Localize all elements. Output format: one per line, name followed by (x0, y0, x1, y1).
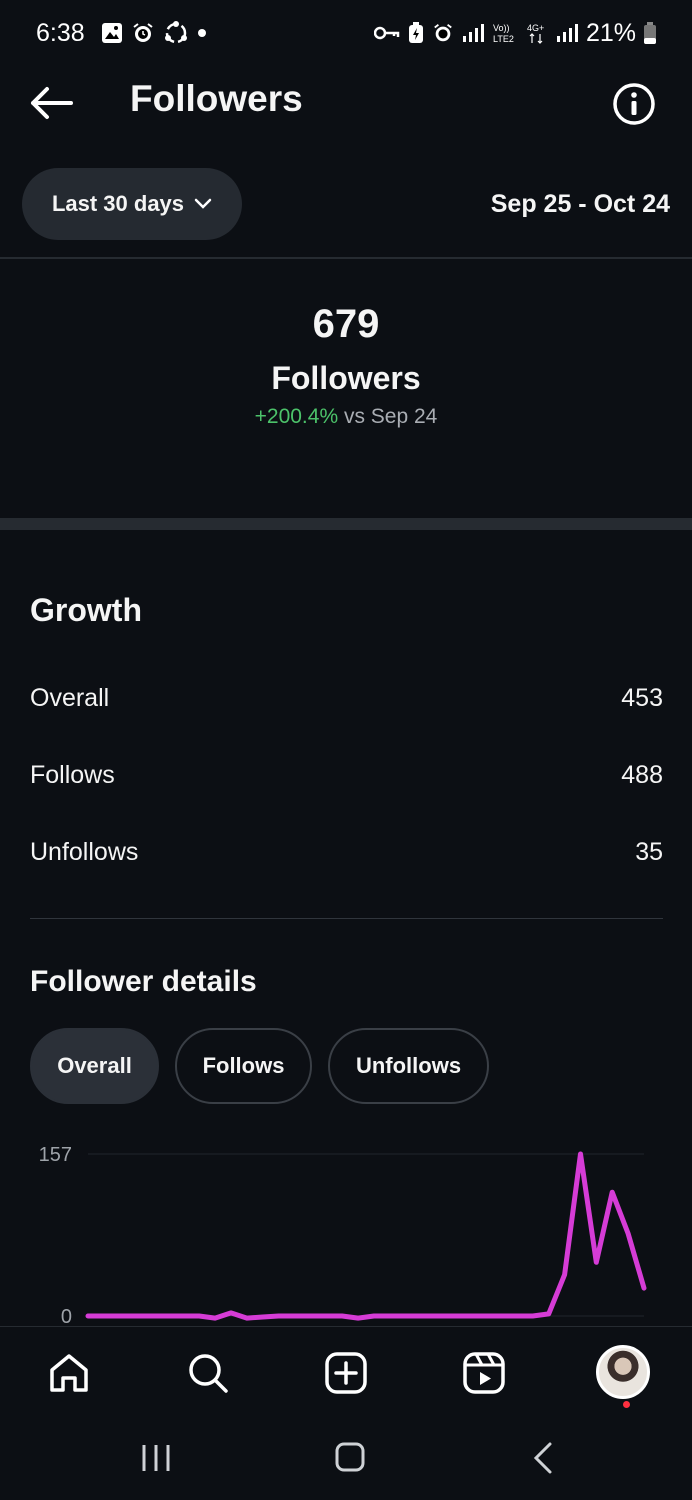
date-range-text: Sep 25 - Oct 24 (490, 190, 670, 218)
growth-row-label: Unfollows (30, 838, 139, 866)
battery-saver-icon (408, 22, 424, 44)
app-header: Followers (0, 66, 692, 140)
follower-chart: 157 0 (0, 1130, 692, 1330)
volte-icon: Vo)) LTE2 (492, 22, 518, 44)
tab-unfollows[interactable]: Unfollows (328, 1028, 489, 1104)
key-icon (373, 25, 400, 41)
chart-series-line (85, 1151, 647, 1321)
chart-y-tick-label: 157 (39, 1144, 72, 1166)
growth-row-label: Overall (30, 684, 110, 712)
status-bar: 6:38 Vo)) LTE2 4G+ 21% (0, 0, 692, 66)
home-icon (50, 1354, 88, 1392)
notification-dot (623, 1401, 630, 1408)
recents-icon (142, 1445, 170, 1471)
chevron-down-icon (194, 198, 212, 209)
home-outline-icon (335, 1442, 365, 1472)
tab-overall[interactable]: Overall (30, 1028, 159, 1104)
tab-follows[interactable]: Follows (175, 1028, 312, 1104)
growth-row-follows: Follows 488 (30, 761, 663, 790)
growth-row-overall: Overall 453 (30, 684, 663, 713)
svg-text:4G+: 4G+ (527, 23, 544, 33)
status-right: Vo)) LTE2 4G+ 21% (373, 18, 656, 48)
nav-search-button[interactable] (180, 1345, 236, 1401)
plus-square-icon (325, 1352, 367, 1394)
system-back-button[interactable] (528, 1440, 558, 1476)
page-title: Followers (130, 78, 303, 119)
divider (0, 257, 692, 259)
details-tabs: Overall Follows Unfollows (30, 1028, 489, 1104)
svg-text:LTE2: LTE2 (493, 34, 514, 44)
gallery-icon (101, 22, 123, 44)
followers-summary: 679 Followers +200.4% vs Sep 24 (0, 300, 692, 429)
info-icon (613, 83, 655, 125)
nav-create-button[interactable] (318, 1345, 374, 1401)
followers-change: +200.4% vs Sep 24 (0, 405, 692, 429)
date-range-dropdown-label: Last 30 days (51, 191, 185, 216)
change-percent: +200.4% (254, 405, 339, 428)
info-button[interactable] (612, 82, 656, 126)
growth-title: Growth (30, 592, 142, 628)
signal-icon (462, 23, 484, 43)
network-4g-icon: 4G+ (526, 22, 548, 44)
followers-count: 679 (312, 302, 380, 346)
growth-row-value: 453 (621, 684, 663, 712)
growth-row-value: 35 (635, 838, 663, 866)
filter-row: Last 30 days Sep 25 - Oct 24 (0, 168, 692, 242)
growth-row-label: Follows (30, 761, 115, 789)
system-home-button[interactable] (330, 1440, 370, 1476)
notification-dot-icon (197, 28, 207, 38)
sync-icon (163, 20, 189, 46)
avatar (596, 1345, 650, 1408)
signal-icon-2 (556, 23, 578, 43)
system-nav-bar (0, 1416, 692, 1500)
bottom-nav (0, 1326, 692, 1416)
back-button[interactable] (28, 80, 74, 126)
battery-percent: 21% (585, 18, 636, 47)
nav-reels-button[interactable] (456, 1345, 512, 1401)
divider (30, 918, 663, 919)
battery-icon (644, 22, 656, 44)
nav-profile-button[interactable] (595, 1344, 651, 1408)
chart-svg: 1570 (39, 1144, 647, 1328)
change-comparison: vs Sep 24 (343, 405, 438, 428)
recents-button[interactable] (138, 1440, 174, 1476)
section-divider (0, 518, 692, 530)
svg-text:Vo)): Vo)) (493, 23, 510, 33)
growth-row-unfollows: Unfollows 35 (30, 838, 663, 867)
alarm-icon (131, 21, 155, 45)
search-icon (189, 1354, 228, 1393)
nav-home-button[interactable] (41, 1345, 97, 1401)
followers-label: Followers (271, 360, 421, 396)
follower-details-title: Follower details (30, 965, 257, 998)
chart-y-tick-label: 0 (61, 1306, 72, 1328)
status-left: 6:38 (36, 19, 207, 48)
growth-row-value: 488 (621, 761, 663, 789)
date-range-dropdown[interactable]: Last 30 days (22, 168, 242, 240)
arrow-left-icon (31, 87, 73, 119)
alarm-icon-2 (432, 22, 454, 44)
status-time: 6:38 (36, 18, 85, 47)
chevron-left-icon (533, 1442, 552, 1474)
reels-icon (463, 1352, 505, 1394)
